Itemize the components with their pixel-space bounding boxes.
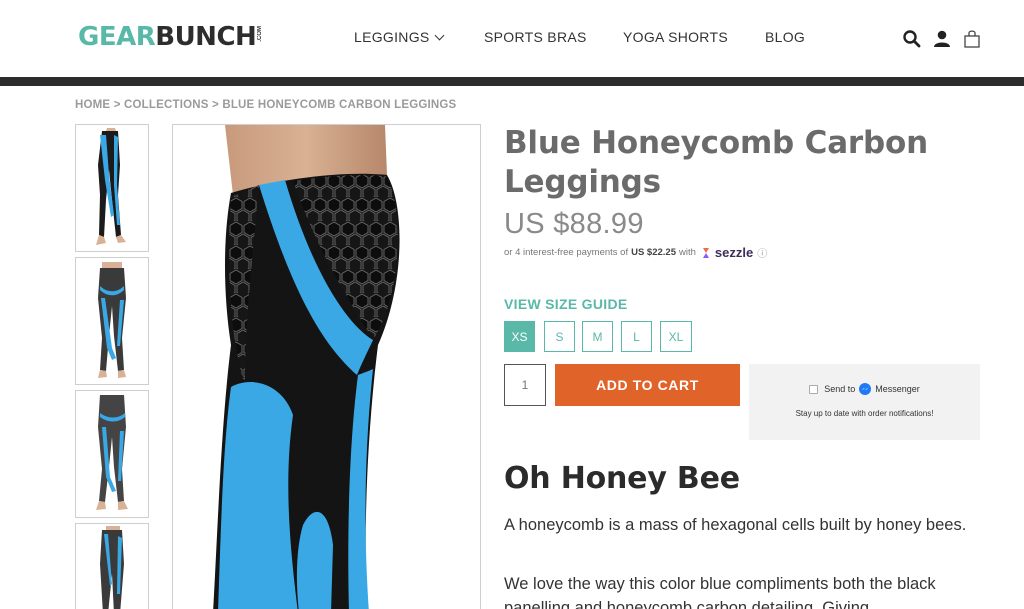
nav-item-sports-bras[interactable]: SPORTS BRAS xyxy=(484,29,587,45)
size-option-m[interactable]: M xyxy=(582,321,613,352)
size-option-l[interactable]: L xyxy=(621,321,652,352)
sezzle-logo-icon xyxy=(702,247,709,258)
size-guide-link[interactable]: VIEW SIZE GUIDE xyxy=(504,296,628,312)
description-paragraph: A honeycomb is a mass of hexagonal cells… xyxy=(504,516,967,534)
nav-item-leggings[interactable]: LEGGINGS xyxy=(354,29,444,45)
nav-item-blog[interactable]: BLOG xyxy=(765,29,805,45)
messenger-checkbox[interactable] xyxy=(809,384,819,394)
product-thumbnail[interactable] xyxy=(75,523,149,609)
messenger-optin-row: Send to Messenger xyxy=(749,383,980,395)
quantity-input[interactable]: 1 xyxy=(504,364,546,406)
main-nav: LEGGINGS SPORTS BRAS YOGA SHORTS BLOG xyxy=(0,29,1024,49)
messenger-brand: Messenger xyxy=(875,384,920,394)
size-option-s[interactable]: S xyxy=(544,321,575,352)
messenger-send-to: Send to xyxy=(824,384,856,394)
sezzle-brand: sezzle xyxy=(714,245,754,260)
nav-item-yoga-shorts[interactable]: YOGA SHORTS xyxy=(623,29,728,45)
header-divider xyxy=(0,77,1024,86)
nav-item-label: BLOG xyxy=(765,29,806,45)
site-header: GEAR BUNCH .COM LEGGINGS SPORTS BRAS YOG… xyxy=(0,0,1024,77)
sezzle-prefix: or 4 interest-free payments of xyxy=(504,247,629,258)
size-option-xl[interactable]: XL xyxy=(660,321,692,352)
account-icon[interactable] xyxy=(932,28,952,50)
cart-icon[interactable] xyxy=(962,28,982,50)
size-option-xs[interactable]: XS xyxy=(504,321,535,352)
add-to-cart-button[interactable]: ADD TO CART xyxy=(555,364,740,406)
sezzle-amount: US $22.25 xyxy=(631,247,676,258)
product-thumbnail[interactable] xyxy=(75,390,149,518)
nav-item-label: SPORTS BRAS xyxy=(484,29,587,45)
description-paragraph: We love the way this color blue complime… xyxy=(504,575,936,609)
product-title: Blue Honeycomb Carbon Leggings xyxy=(504,125,928,200)
product-thumbnail[interactable] xyxy=(75,257,149,385)
messenger-icon xyxy=(859,383,872,395)
breadcrumb[interactable]: HOME > COLLECTIONS > BLUE HONEYCOMB CARB… xyxy=(75,99,456,111)
messenger-widget: Send to Messenger Stay up to date with o… xyxy=(749,364,980,440)
product-main-image[interactable] xyxy=(172,124,481,609)
search-icon[interactable] xyxy=(902,28,922,50)
messenger-note: Stay up to date with order notifications… xyxy=(795,409,934,418)
chevron-down-icon xyxy=(434,30,444,40)
description-heading: Oh Honey Bee xyxy=(504,461,740,496)
nav-item-label: LEGGINGS xyxy=(354,29,430,45)
sezzle-installments[interactable]: or 4 interest-free payments of US $22.25… xyxy=(504,245,767,260)
product-thumbnail[interactable] xyxy=(75,124,149,252)
product-price: US $88.99 xyxy=(504,208,644,240)
nav-item-label: YOGA SHORTS xyxy=(623,29,728,45)
info-icon[interactable]: ⓘ xyxy=(757,245,767,260)
sezzle-with: with xyxy=(679,247,696,258)
